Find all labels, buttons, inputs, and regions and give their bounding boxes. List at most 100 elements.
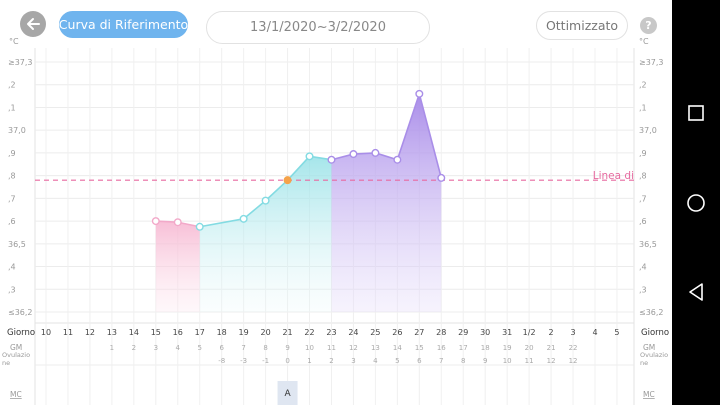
luteal-phase-area	[331, 93, 442, 313]
temperature-point[interactable]	[415, 89, 424, 98]
gm-value: 5	[197, 344, 201, 352]
y-tick-label-right: ,1	[639, 103, 647, 112]
ovulation-value: -3	[240, 357, 247, 365]
ovulation-label-left: Ovulazio ne	[2, 351, 30, 367]
y-tick-label-left: 36,5	[8, 240, 26, 249]
day-tick-label: 2	[549, 328, 554, 337]
gm-value: 1	[110, 344, 114, 352]
temperature-chart[interactable]: °C °C Linea di Giorno Giorno GM GM MC MC…	[0, 0, 672, 405]
y-tick-label-right: 36,5	[639, 240, 657, 249]
recents-button[interactable]	[672, 93, 720, 133]
gm-value: 11	[327, 344, 336, 352]
y-tick-label-left: ,6	[8, 217, 16, 226]
gm-value: 19	[503, 344, 512, 352]
gm-value: 7	[241, 344, 245, 352]
gm-value: 22	[569, 344, 578, 352]
y-tick-label-right: ,6	[639, 217, 647, 226]
day-tick-label: 21	[282, 328, 292, 337]
y-tick-label-right: ,9	[639, 149, 647, 158]
temperature-point[interactable]	[195, 222, 204, 231]
day-tick-label: 25	[370, 328, 380, 337]
day-tick-label: 13	[107, 328, 117, 337]
y-tick-label-right: ≥37,3	[639, 58, 664, 67]
mc-marker-label: A	[284, 389, 291, 399]
y-tick-label-left: ,4	[8, 263, 16, 272]
ovulation-value: 10	[503, 357, 512, 365]
ovulation-value: 8	[461, 357, 465, 365]
temperature-point[interactable]	[151, 217, 160, 226]
ovulation-value: 2	[329, 357, 333, 365]
ovulation-value: 11	[525, 357, 534, 365]
ovulation-value: 0	[285, 357, 289, 365]
y-tick-label-left: ,7	[8, 194, 16, 203]
ovulation-value: 12	[569, 357, 578, 365]
gm-value: 13	[371, 344, 380, 352]
y-tick-label-left: ,2	[8, 81, 16, 90]
gm-value: 3	[154, 344, 158, 352]
gm-value: 12	[349, 344, 358, 352]
ovulation-label-right: Ovulazio ne	[640, 351, 668, 367]
y-tick-label-right: ,3	[639, 285, 647, 294]
day-tick-label: 27	[414, 328, 424, 337]
day-tick-label: 18	[217, 328, 227, 337]
day-tick-label: 26	[392, 328, 402, 337]
unit-right-label: °C	[639, 37, 649, 46]
y-tick-label-right: ,8	[639, 172, 647, 181]
day-tick-label: 20	[261, 328, 271, 337]
day-tick-label: 11	[63, 328, 73, 337]
gm-value: 6	[219, 344, 224, 352]
day-tick-label: 19	[239, 328, 249, 337]
temperature-point[interactable]	[327, 155, 336, 164]
gm-value: 14	[393, 344, 402, 352]
y-tick-label-left: ,1	[8, 103, 16, 112]
gm-value: 17	[459, 344, 468, 352]
gm-value: 4	[176, 344, 181, 352]
day-tick-label: 24	[348, 328, 358, 337]
ovulation-value: 9	[483, 357, 487, 365]
back-nav-button[interactable]	[672, 272, 720, 312]
temperature-point[interactable]	[173, 218, 182, 227]
app-screen: Curva di Riferimento 13/1/2020~3/2/2020 …	[0, 0, 672, 405]
temperature-point[interactable]	[371, 148, 380, 157]
ovulation-value: 4	[373, 357, 378, 365]
mc-label-right: MC	[643, 390, 655, 399]
gm-value: 18	[481, 344, 490, 352]
day-tick-label: 10	[41, 328, 51, 337]
y-tick-label-left: ,3	[8, 285, 16, 294]
temperature-point[interactable]	[349, 150, 358, 159]
temperature-point[interactable]	[261, 196, 270, 205]
ovulation-value: -1	[262, 357, 269, 365]
ovulation-value: 3	[351, 357, 355, 365]
home-button[interactable]	[672, 183, 720, 223]
ovulation-value: 12	[547, 357, 556, 365]
day-tick-label: 15	[151, 328, 161, 337]
ovulation-value: -8	[218, 357, 225, 365]
y-tick-label-right: ,7	[639, 194, 647, 203]
android-navigation-bar	[672, 0, 720, 405]
y-tick-label-left: ≥37,3	[8, 58, 33, 67]
y-tick-label-right: ≤36,2	[639, 308, 664, 317]
ovulation-value: 7	[439, 357, 443, 365]
y-tick-label-right: 37,0	[639, 126, 657, 135]
day-tick-label: 22	[304, 328, 314, 337]
temperature-point[interactable]	[305, 152, 314, 161]
y-tick-label-left: 37,0	[8, 126, 26, 135]
triangle-back-icon	[689, 283, 703, 301]
day-axis-label-right: Giorno	[641, 328, 669, 338]
y-tick-label-right: ,2	[639, 81, 647, 90]
day-tick-label: 28	[436, 328, 446, 337]
day-tick-label: 12	[85, 328, 95, 337]
temperature-point[interactable]	[437, 173, 446, 182]
temperature-point[interactable]	[393, 155, 402, 164]
mc-label-left: MC	[10, 390, 22, 399]
ovulation-value: 1	[307, 357, 311, 365]
day-tick-label: 3	[570, 328, 575, 337]
gm-value: 8	[263, 344, 267, 352]
day-tick-label: 14	[129, 328, 139, 337]
ovulation-point[interactable]	[283, 176, 292, 185]
gm-value: 10	[305, 344, 314, 352]
day-tick-label: 17	[195, 328, 205, 337]
square-icon	[688, 105, 704, 121]
day-tick-label: 16	[173, 328, 183, 337]
temperature-point[interactable]	[239, 214, 248, 223]
